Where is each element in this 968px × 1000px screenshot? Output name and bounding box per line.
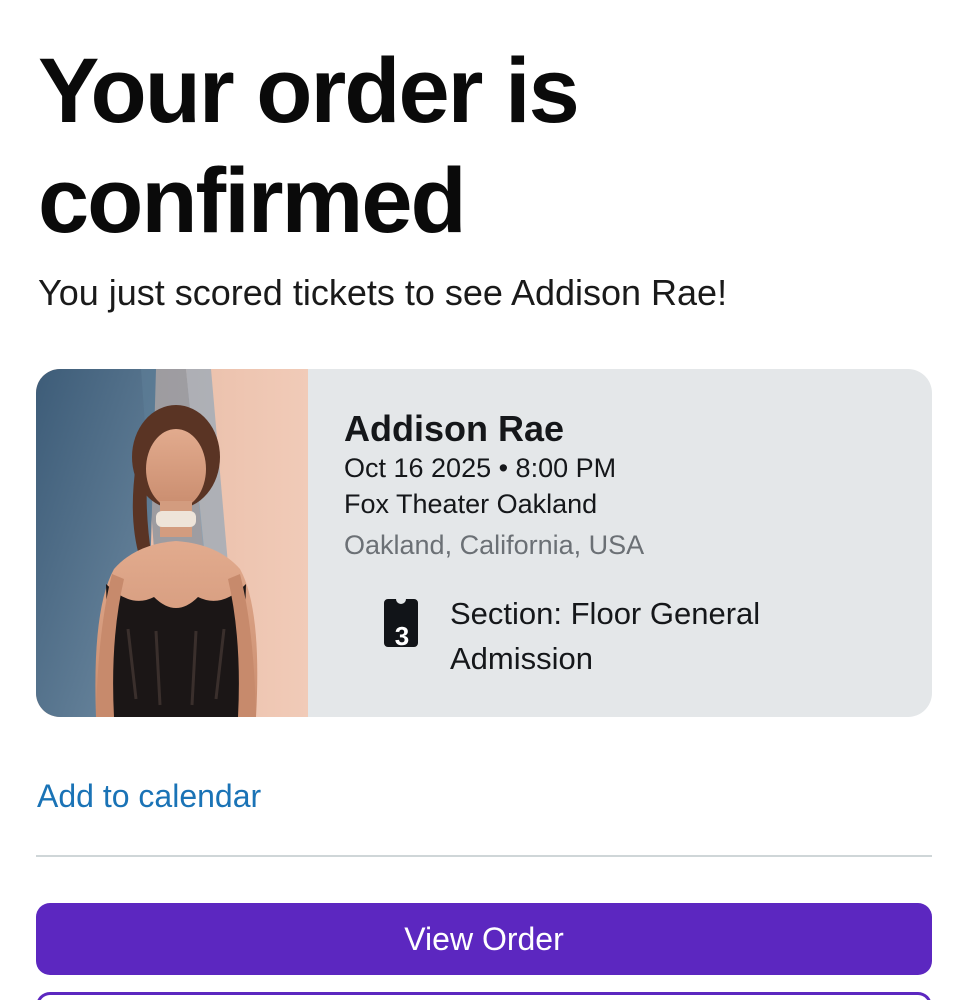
page-subtitle: You just scored tickets to see Addison R… (38, 272, 728, 313)
ticket-count: 3 (395, 621, 409, 647)
event-datetime: Oct 16 2025 • 8:00 PM (344, 453, 617, 483)
ticket-section: Section: Floor General Admission (450, 596, 761, 676)
event-card: Addison Rae Oct 16 2025 • 8:00 PM Fox Th… (36, 369, 932, 717)
artist-photo (36, 369, 308, 717)
artist-name: Addison Rae (344, 408, 565, 449)
page-title: Your order is confirmed (38, 40, 580, 252)
add-to-calendar-link[interactable]: Add to calendar (37, 776, 261, 816)
divider (36, 855, 932, 857)
secondary-button[interactable] (36, 992, 932, 1000)
order-confirmation-page: Your order is confirmed You just scored … (0, 0, 968, 1000)
event-location: Oakland, California, USA (344, 530, 645, 560)
event-venue: Fox Theater Oakland (344, 489, 598, 519)
view-order-button[interactable]: View Order (36, 903, 932, 975)
event-details: Addison Rae Oct 16 2025 • 8:00 PM Fox Th… (344, 369, 932, 717)
ticket-icon: 3 (384, 599, 418, 647)
